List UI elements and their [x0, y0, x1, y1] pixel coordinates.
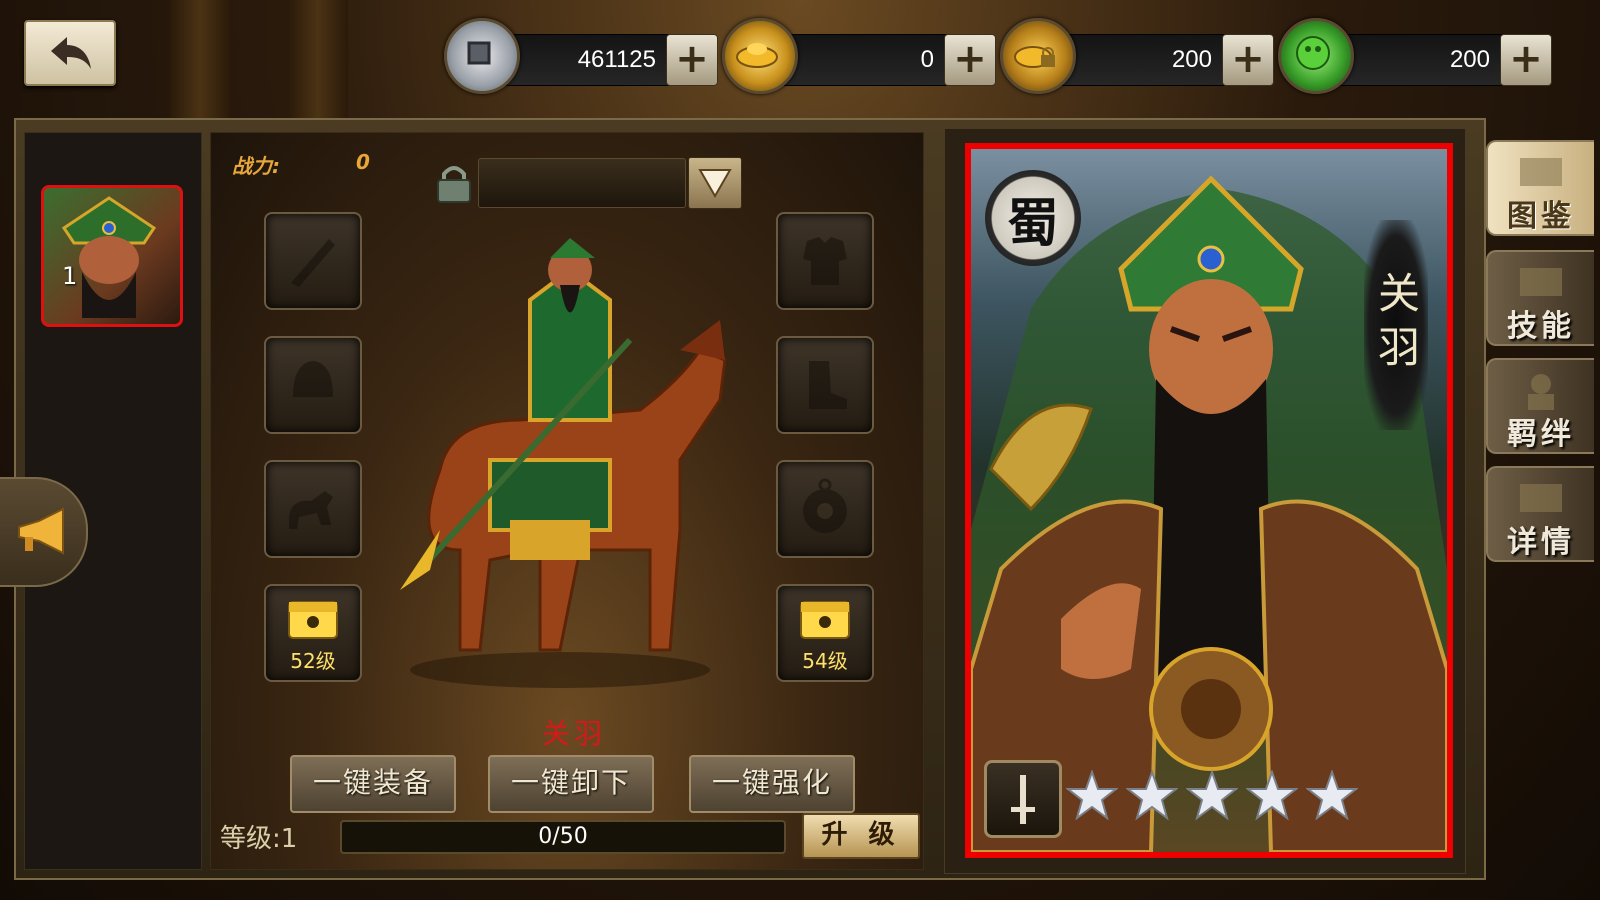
add-silver-button[interactable]: + [666, 34, 718, 86]
scroll-icon [1520, 484, 1562, 512]
tab-details[interactable]: 详情 [1486, 466, 1594, 562]
silver-coin-icon [444, 18, 520, 94]
level-caption: 等级: [220, 824, 281, 854]
level-label: 等级:1 [220, 818, 297, 855]
lock-chest-icon [800, 601, 850, 639]
star-icon [1306, 770, 1358, 821]
currency-locked-gold: 200 + [1000, 18, 1280, 94]
helmet-slot[interactable] [264, 336, 362, 434]
locked-gold-icon [1000, 18, 1076, 94]
star-icon [1126, 770, 1178, 821]
lock-chest-icon [288, 601, 338, 639]
currency-jade: 200 + [1278, 18, 1558, 94]
experience-text: 0/50 [538, 824, 588, 849]
megaphone-icon [18, 507, 64, 555]
horse-icon [289, 491, 333, 529]
unequip-all-button[interactable]: 一键卸下 [488, 755, 654, 813]
sword-icon [1011, 775, 1035, 824]
back-button[interactable] [24, 20, 116, 86]
enhance-all-button[interactable]: 一键强化 [689, 755, 855, 813]
tab-codex[interactable]: 图鉴 [1486, 140, 1594, 236]
character-icon [1528, 374, 1554, 410]
add-locked-gold-button[interactable]: + [1222, 34, 1274, 86]
star-icon [1066, 770, 1118, 821]
scroll-icon [1520, 268, 1562, 296]
gold-amount: 0 [920, 46, 934, 73]
tab-codex-label: 图鉴 [1507, 199, 1575, 234]
card-hero-name: 关羽 [1364, 220, 1428, 430]
armor-icon [803, 237, 847, 285]
back-arrow-icon [51, 37, 91, 69]
locked-gold-amount: 200 [1171, 46, 1212, 73]
star-rating [1066, 770, 1358, 822]
dropdown-button[interactable] [688, 157, 742, 209]
hero-portrait-icon [61, 196, 157, 318]
hero-portrait-slot[interactable]: 1 [41, 185, 183, 327]
formation-select-box[interactable] [478, 158, 686, 208]
chevron-down-icon [698, 169, 732, 198]
background-pillar [170, 0, 230, 120]
background-pillar [288, 0, 348, 120]
add-jade-button[interactable]: + [1500, 34, 1552, 86]
combat-power-value: 0 [356, 150, 370, 174]
hero-model [380, 230, 740, 694]
weapon-icon [291, 239, 335, 287]
tab-details-label: 详情 [1507, 525, 1575, 560]
locked-slot-right[interactable]: 54级 [776, 584, 874, 682]
locked-slot-left[interactable]: 52级 [264, 584, 362, 682]
weapon-slot[interactable] [264, 212, 362, 310]
upgrade-button[interactable]: 升 级 [802, 813, 920, 859]
jade-icon [1278, 18, 1354, 94]
jade-disc-icon [803, 478, 847, 533]
star-icon [1186, 770, 1238, 821]
unlock-level-label: 52级 [290, 649, 336, 673]
level-value: 1 [280, 824, 298, 854]
add-gold-button[interactable]: + [944, 34, 996, 86]
tab-skills-label: 技能 [1507, 309, 1575, 344]
lock-icon [434, 162, 474, 208]
scroll-icon [1520, 158, 1562, 186]
hero-level-badge: 1 [62, 262, 78, 290]
currency-gold: 0 + [722, 18, 1002, 94]
mount-slot[interactable] [264, 460, 362, 558]
combat-power-label: 战力: [232, 154, 280, 178]
class-icon-frame [984, 760, 1062, 838]
boots-icon [809, 361, 847, 409]
hero-name-label: 关羽 [542, 717, 607, 750]
experience-bar: 0/50 [340, 820, 786, 854]
currency-silver: 461125 + [444, 18, 724, 94]
jade-amount: 200 [1449, 46, 1490, 73]
armor-slot[interactable] [776, 212, 874, 310]
faction-badge: 蜀 [985, 170, 1081, 266]
accessory-slot[interactable] [776, 460, 874, 558]
silver-amount: 461125 [577, 46, 656, 73]
helmet-icon [293, 361, 333, 397]
tab-skills[interactable]: 技能 [1486, 250, 1594, 346]
star-icon [1246, 770, 1298, 821]
boots-slot[interactable] [776, 336, 874, 434]
tab-bonds[interactable]: 羁绊 [1486, 358, 1594, 454]
unlock-level-label: 54级 [802, 649, 848, 673]
gold-ingot-icon [722, 18, 798, 94]
equip-all-button[interactable]: 一键装备 [290, 755, 456, 813]
tab-bonds-label: 羁绊 [1507, 417, 1575, 452]
